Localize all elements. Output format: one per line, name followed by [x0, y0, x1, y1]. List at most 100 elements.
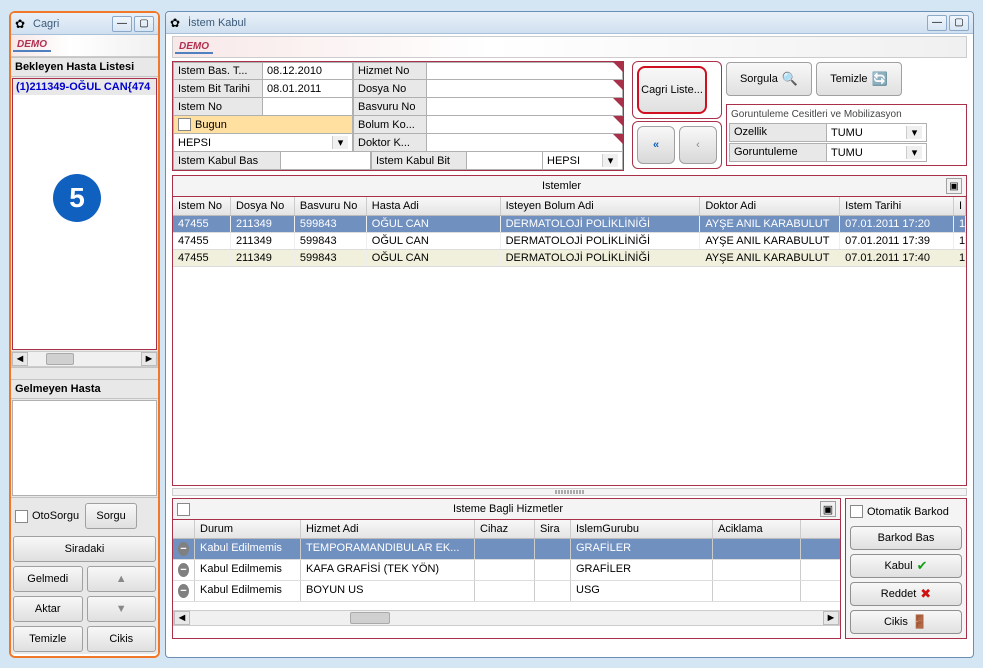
- otosorgu-label: OtoSorgu: [32, 510, 79, 522]
- col-islem[interactable]: IslemGurubu: [571, 520, 713, 538]
- cikis-button[interactable]: Cikis: [87, 626, 157, 652]
- siradaki-button[interactable]: Siradaki: [13, 536, 156, 562]
- dosya-no-input[interactable]: [427, 80, 623, 98]
- col-durum[interactable]: Durum: [195, 520, 301, 538]
- col-hasta-adi[interactable]: Hasta Adi: [367, 197, 501, 215]
- basvuru-no-label: Basvuru No: [353, 98, 427, 116]
- waiting-list-scrollbar[interactable]: ◄ ►: [11, 351, 158, 367]
- col-hizmet[interactable]: Hizmet Adi: [301, 520, 475, 538]
- istem-kabul-bit-input[interactable]: [467, 152, 543, 170]
- demo-logo: DEMO: [172, 36, 967, 58]
- status-minus-icon: −: [178, 584, 189, 598]
- close-icon: ✖: [920, 586, 931, 602]
- istem-no-label: Istem No: [173, 98, 263, 116]
- sub-grid-title: Isteme Bagli Hizmetler: [196, 503, 820, 515]
- temizle-button[interactable]: Temizle: [13, 626, 83, 652]
- scroll-thumb[interactable]: [350, 612, 390, 624]
- down-button[interactable]: ▼: [87, 596, 157, 622]
- cagri-liste-button[interactable]: Cagri Liste...: [637, 66, 707, 114]
- temizle-button[interactable]: Temizle🔄: [816, 62, 902, 96]
- table-row[interactable]: − Kabul EdilmemisKAFA GRAFİSİ (TEK YÖN)G…: [173, 560, 840, 581]
- maximize-button[interactable]: ▢: [134, 16, 154, 32]
- col-doktor-adi[interactable]: Doktor Adi: [700, 197, 840, 215]
- chevron-down-icon: ▼: [116, 603, 127, 615]
- goruntuleme-select[interactable]: TUMU▾: [827, 143, 927, 162]
- istem-bas-input[interactable]: 08.12.2010: [263, 62, 353, 80]
- maximize-button[interactable]: ▢: [949, 15, 969, 31]
- minimize-button[interactable]: —: [927, 15, 947, 31]
- table-row[interactable]: − Kabul EdilmemisTEMPORAMANDIBULAR EK...…: [173, 539, 840, 560]
- dropdown-icon: ▾: [332, 136, 348, 149]
- grid-header: Istem No Dosya No Basvuru No Hasta Adi I…: [173, 197, 966, 216]
- hepsi-select[interactable]: HEPSI▾: [173, 134, 353, 152]
- istem-kabul-bas-input[interactable]: [281, 152, 371, 170]
- table-row[interactable]: 47455211349599843OĞUL CANDERMATOLOJİ POL…: [173, 233, 966, 250]
- table-row[interactable]: − Kabul EdilmemisBOYUN USUSG: [173, 581, 840, 602]
- minimize-button[interactable]: —: [112, 16, 132, 32]
- istem-kabul-bit-label: Istem Kabul Bit: [371, 152, 467, 170]
- splitter[interactable]: [172, 488, 967, 496]
- col-sira[interactable]: Sira: [535, 520, 571, 538]
- col-aciklama[interactable]: Aciklama: [713, 520, 801, 538]
- istem-bit-input[interactable]: 08.01.2011: [263, 80, 353, 98]
- cikis-button[interactable]: Cikis🚪: [850, 610, 962, 634]
- col-dosya-no[interactable]: Dosya No: [231, 197, 295, 215]
- app-icon: ✿: [15, 17, 29, 31]
- col-i[interactable]: I: [954, 197, 966, 215]
- maximize-subgrid-button[interactable]: ▣: [820, 501, 836, 517]
- first-button[interactable]: «: [637, 126, 675, 164]
- gelmedi-button[interactable]: Gelmedi: [13, 566, 83, 592]
- double-chevron-left-icon: «: [653, 139, 659, 151]
- hepsi2-select[interactable]: HEPSI▾: [543, 152, 623, 170]
- no-show-list[interactable]: [12, 400, 157, 496]
- maximize-grid-button[interactable]: ▣: [946, 178, 962, 194]
- col-cihaz[interactable]: Cihaz: [475, 520, 535, 538]
- barkod-bas-button[interactable]: Barkod Bas: [850, 526, 962, 550]
- bugun-checkbox-cell[interactable]: Bugun: [173, 116, 353, 134]
- col-istem-tarihi[interactable]: Istem Tarihi: [840, 197, 954, 215]
- reddet-button[interactable]: Reddet✖: [850, 582, 962, 606]
- table-row[interactable]: 47455211349599843OĞUL CANDERMATOLOJİ POL…: [173, 250, 966, 267]
- istem-kabul-bas-label: Istem Kabul Bas: [173, 152, 281, 170]
- goruntuleme-panel: Goruntuleme Cesitleri ve Mobilizasyon Oz…: [726, 104, 967, 166]
- subgrid-scrollbar[interactable]: ◄ ►: [173, 610, 840, 626]
- waiting-list-item[interactable]: (1)211349-OĞUL CAN{474: [13, 79, 156, 95]
- scroll-left-icon[interactable]: ◄: [174, 611, 190, 625]
- exit-icon: 🚪: [912, 614, 928, 630]
- sorgula-button[interactable]: Sorgula🔍: [726, 62, 812, 96]
- up-button[interactable]: ▲: [87, 566, 157, 592]
- scroll-right-icon[interactable]: ►: [823, 611, 839, 625]
- col-basvuru-no[interactable]: Basvuru No: [295, 197, 367, 215]
- basvuru-no-input[interactable]: [427, 98, 623, 116]
- bolum-ko-input[interactable]: [427, 116, 623, 134]
- oto-barkod-checkbox[interactable]: [850, 505, 863, 518]
- prev-button[interactable]: ‹: [679, 126, 717, 164]
- hizmet-no-label: Hizmet No: [353, 62, 427, 80]
- istemler-title: Istemler: [177, 180, 946, 192]
- istem-title: İstem Kabul: [188, 17, 927, 29]
- select-all-checkbox[interactable]: [177, 503, 190, 516]
- refresh-icon: 🔄: [872, 71, 888, 87]
- chevron-up-icon: ▲: [116, 573, 127, 585]
- scroll-thumb[interactable]: [46, 353, 74, 365]
- istemler-grid[interactable]: Istem No Dosya No Basvuru No Hasta Adi I…: [172, 196, 967, 486]
- otosorgu-checkbox[interactable]: [15, 510, 28, 523]
- check-icon: ✔: [917, 558, 928, 574]
- ozellik-select[interactable]: TUMU▾: [827, 123, 927, 142]
- hizmet-no-input[interactable]: [427, 62, 623, 80]
- waiting-list[interactable]: (1)211349-OĞUL CAN{474 5: [12, 78, 157, 350]
- isteme-bagli-grid[interactable]: Isteme Bagli Hizmetler ▣ Durum Hizmet Ad…: [172, 498, 841, 639]
- aktar-button[interactable]: Aktar: [13, 596, 83, 622]
- dropdown-icon: ▾: [906, 126, 922, 139]
- col-isteyen-bolum[interactable]: Isteyen Bolum Adi: [501, 197, 701, 215]
- kabul-button[interactable]: Kabul✔: [850, 554, 962, 578]
- sorgu-button[interactable]: Sorgu: [85, 503, 137, 529]
- istem-no-input[interactable]: [263, 98, 353, 116]
- queue-number-badge: 5: [53, 174, 101, 222]
- table-row[interactable]: 47455211349599843OĞUL CANDERMATOLOJİ POL…: [173, 216, 966, 233]
- istem-bas-label: Istem Bas. T...: [173, 62, 263, 80]
- scroll-right-icon[interactable]: ►: [141, 352, 157, 366]
- doktor-k-input[interactable]: [427, 134, 623, 152]
- scroll-left-icon[interactable]: ◄: [12, 352, 28, 366]
- col-istem-no[interactable]: Istem No: [173, 197, 231, 215]
